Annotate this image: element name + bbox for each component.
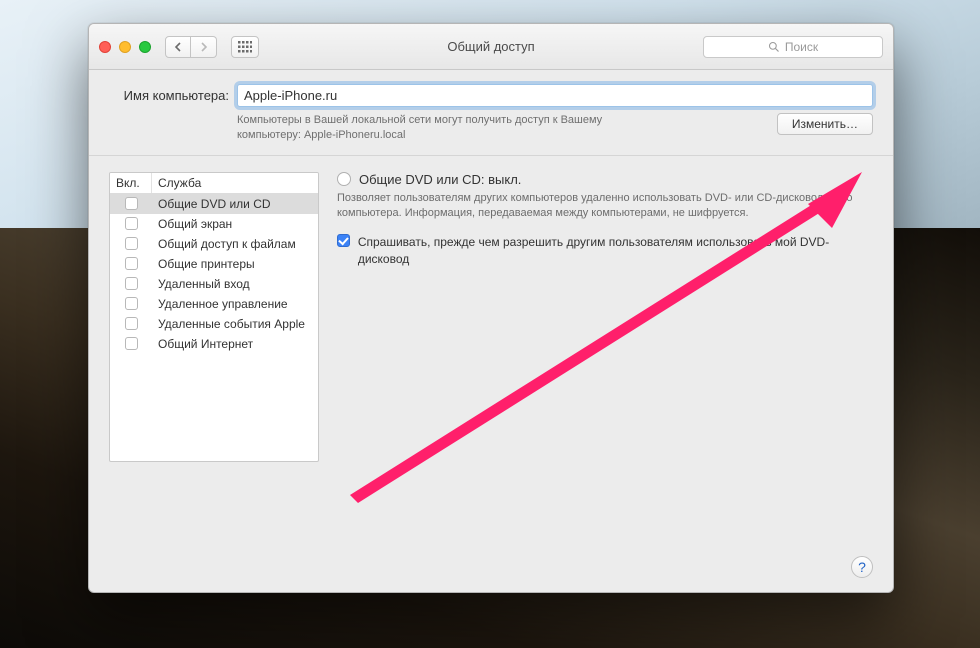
service-label: Удаленный вход — [152, 277, 318, 291]
search-placeholder: Поиск — [785, 40, 818, 54]
service-checkbox[interactable] — [125, 237, 138, 250]
service-label: Общие принтеры — [152, 257, 318, 271]
service-checkbox[interactable] — [125, 277, 138, 290]
column-service[interactable]: Служба — [152, 173, 318, 193]
forward-button[interactable] — [191, 36, 217, 58]
ask-before-use-checkbox[interactable] — [337, 234, 350, 247]
chevron-right-icon — [200, 42, 208, 52]
chevron-left-icon — [174, 42, 182, 52]
service-row[interactable]: Общие DVD или CD — [110, 194, 318, 214]
column-on[interactable]: Вкл. — [110, 173, 152, 193]
service-label: Удаленные события Apple — [152, 317, 318, 331]
sharing-body: Вкл. Служба Общие DVD или CD Общий экран О… — [89, 156, 893, 592]
service-row[interactable]: Общие принтеры — [110, 254, 318, 274]
service-detail: Общие DVD или CD: выкл. Позволяет пользо… — [337, 172, 873, 576]
zoom-window-button[interactable] — [139, 41, 151, 53]
service-status-indicator — [337, 172, 351, 186]
service-checkbox[interactable] — [125, 197, 138, 210]
search-field[interactable]: Поиск — [703, 36, 883, 58]
nav-back-forward — [165, 36, 217, 58]
service-checkbox[interactable] — [125, 317, 138, 330]
service-label: Общий доступ к файлам — [152, 237, 318, 251]
minimize-window-button[interactable] — [119, 41, 131, 53]
close-window-button[interactable] — [99, 41, 111, 53]
computer-name-input[interactable] — [237, 84, 873, 107]
service-status-title: Общие DVD или CD: выкл. — [359, 172, 521, 187]
help-button[interactable]: ? — [851, 556, 873, 578]
computer-name-label: Имя компьютера: — [109, 88, 229, 103]
back-button[interactable] — [165, 36, 191, 58]
service-checkbox[interactable] — [125, 297, 138, 310]
computer-name-section: Имя компьютера: Компьютеры в Вашей локал… — [89, 70, 893, 156]
titlebar: Общий доступ Поиск — [89, 24, 893, 70]
service-checkbox[interactable] — [125, 337, 138, 350]
service-label: Общий Интернет — [152, 337, 318, 351]
ask-before-use-label: Спрашивать, прежде чем разрешить другим … — [358, 234, 873, 266]
services-table-header: Вкл. Служба — [110, 173, 318, 194]
service-row[interactable]: Удаленный вход — [110, 274, 318, 294]
show-all-button[interactable] — [231, 36, 259, 58]
service-row[interactable]: Удаленные события Apple — [110, 314, 318, 334]
service-row[interactable]: Общий Интернет — [110, 334, 318, 354]
edit-hostname-button[interactable]: Изменить… — [777, 113, 873, 135]
service-description: Позволяет пользователям других компьютер… — [337, 191, 873, 221]
services-table[interactable]: Вкл. Служба Общие DVD или CD Общий экран О… — [109, 172, 319, 462]
service-row[interactable]: Общий экран — [110, 214, 318, 234]
grid-icon — [238, 41, 252, 53]
sharing-preferences-window: Общий доступ Поиск Имя компьютера: Компь… — [88, 23, 894, 593]
service-label: Удаленное управление — [152, 297, 318, 311]
computer-name-subtext: Компьютеры в Вашей локальной сети могут … — [237, 113, 657, 143]
service-row[interactable]: Удаленное управление — [110, 294, 318, 314]
service-label: Общий экран — [152, 217, 318, 231]
service-row[interactable]: Общий доступ к файлам — [110, 234, 318, 254]
service-label: Общие DVD или CD — [152, 197, 318, 211]
window-controls — [99, 41, 151, 53]
service-checkbox[interactable] — [125, 257, 138, 270]
search-icon — [768, 41, 780, 53]
service-checkbox[interactable] — [125, 217, 138, 230]
